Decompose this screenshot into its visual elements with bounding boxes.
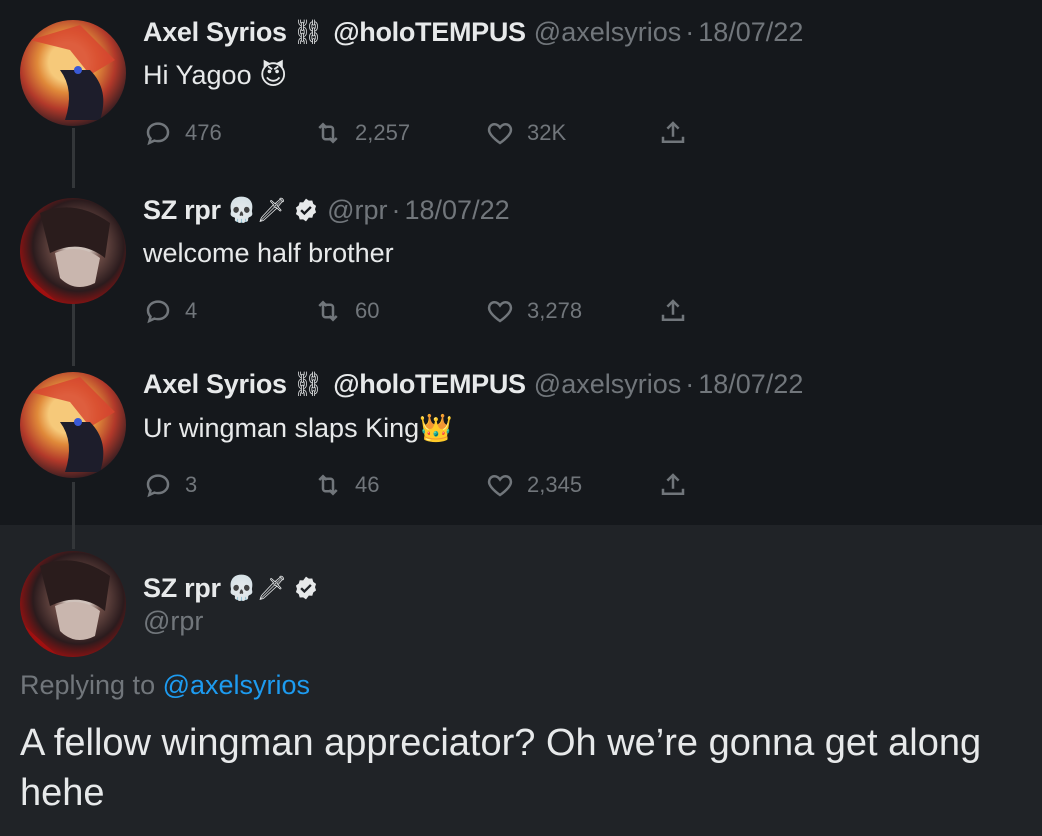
reply-count: 4 xyxy=(185,298,198,323)
tweet-actions: 3 46 2,345 xyxy=(143,470,703,506)
like-count: 2,345 xyxy=(527,472,583,497)
share-button[interactable] xyxy=(658,470,700,500)
tweet[interactable]: SZ rpr 💀🗡 @rpr · 18/07/22 welcome half b… xyxy=(0,192,1042,362)
avatar[interactable] xyxy=(20,20,126,126)
avatar[interactable] xyxy=(20,372,126,478)
focused-author-name[interactable]: SZ rpr xyxy=(143,573,221,604)
skull-dagger-emoji: 💀🗡 xyxy=(226,574,288,602)
heart-icon xyxy=(487,474,513,497)
author-name-suffix[interactable]: @holoTEMPUS xyxy=(333,369,526,400)
separator-dot: · xyxy=(685,368,695,399)
author-handle[interactable]: @rpr xyxy=(327,195,387,226)
replying-to-link[interactable]: @axelsyrios xyxy=(163,670,310,700)
reply-button[interactable]: 3 xyxy=(143,470,197,500)
verified-badge-icon xyxy=(296,576,317,600)
verified-badge-icon xyxy=(296,198,317,222)
heart-icon xyxy=(487,122,513,145)
reply-icon xyxy=(146,474,170,498)
replying-prefix: Replying to xyxy=(20,670,156,700)
focused-avatar[interactable] xyxy=(20,551,126,657)
reply-button[interactable]: 476 xyxy=(143,118,222,148)
author-name[interactable]: Axel Syrios xyxy=(143,17,287,48)
retweet-icon xyxy=(318,122,338,144)
share-icon xyxy=(661,299,685,321)
like-button[interactable]: 2,345 xyxy=(485,470,582,500)
tweet-date[interactable]: 18/07/22 xyxy=(405,195,510,226)
chain-emoji: ⛓ xyxy=(292,370,324,398)
like-count: 3,278 xyxy=(527,298,583,323)
reply-button[interactable]: 4 xyxy=(143,296,197,326)
tweet-actions: 476 2,257 32K xyxy=(143,118,703,154)
focused-tweet-text: A fellow wingman appreciator? Oh we’re g… xyxy=(20,722,982,814)
author-name-suffix[interactable]: @holoTEMPUS xyxy=(333,17,526,48)
share-icon xyxy=(661,473,685,495)
author-name[interactable]: SZ rpr xyxy=(143,195,221,226)
like-button[interactable]: 32K xyxy=(485,118,566,148)
retweet-count: 60 xyxy=(355,298,380,323)
separator-dot: · xyxy=(685,16,695,47)
like-count: 32K xyxy=(527,120,567,145)
thread-context: Axel Syrios ⛓ @holoTEMPUS @axelsyrios · … xyxy=(0,0,1042,525)
share-icon xyxy=(661,121,685,143)
like-button[interactable]: 3,278 xyxy=(485,296,582,326)
tweet-text: Hi Yagoo 😈 xyxy=(143,60,288,90)
heart-icon xyxy=(487,300,513,323)
reply-count: 476 xyxy=(185,120,222,145)
retweet-button[interactable]: 60 xyxy=(313,296,379,326)
retweet-count: 46 xyxy=(355,472,380,497)
retweet-icon xyxy=(318,300,338,322)
thread-line xyxy=(72,525,75,549)
tweet[interactable]: Axel Syrios ⛓ @holoTEMPUS @axelsyrios · … xyxy=(0,14,1042,184)
retweet-count: 2,257 xyxy=(355,120,411,145)
retweet-button[interactable]: 46 xyxy=(313,470,379,500)
reply-count: 3 xyxy=(185,472,198,497)
tweet-date[interactable]: 18/07/22 xyxy=(698,17,803,48)
skull-dagger-emoji: 💀🗡 xyxy=(226,196,288,224)
retweet-icon xyxy=(318,474,338,496)
author-handle[interactable]: @axelsyrios xyxy=(534,17,681,48)
replying-to: Replying to @axelsyrios xyxy=(20,670,310,701)
author-name[interactable]: Axel Syrios xyxy=(143,369,287,400)
tweet-date[interactable]: 18/07/22 xyxy=(698,369,803,400)
retweet-button[interactable]: 2,257 xyxy=(313,118,410,148)
focused-author-handle[interactable]: @rpr xyxy=(143,606,203,637)
tweet-text: Ur wingman slaps King👑 xyxy=(143,413,453,443)
reply-icon xyxy=(146,122,170,146)
separator-dot: · xyxy=(391,194,401,225)
tweet-actions: 4 60 3,278 xyxy=(143,296,703,332)
avatar[interactable] xyxy=(20,198,126,304)
tweet-text: welcome half brother xyxy=(143,238,394,268)
reply-icon xyxy=(146,300,170,324)
tweet[interactable]: Axel Syrios ⛓ @holoTEMPUS @axelsyrios · … xyxy=(0,366,1042,516)
share-button[interactable] xyxy=(658,296,700,326)
chain-emoji: ⛓ xyxy=(292,18,324,46)
share-button[interactable] xyxy=(658,118,700,148)
author-handle[interactable]: @axelsyrios xyxy=(534,369,681,400)
